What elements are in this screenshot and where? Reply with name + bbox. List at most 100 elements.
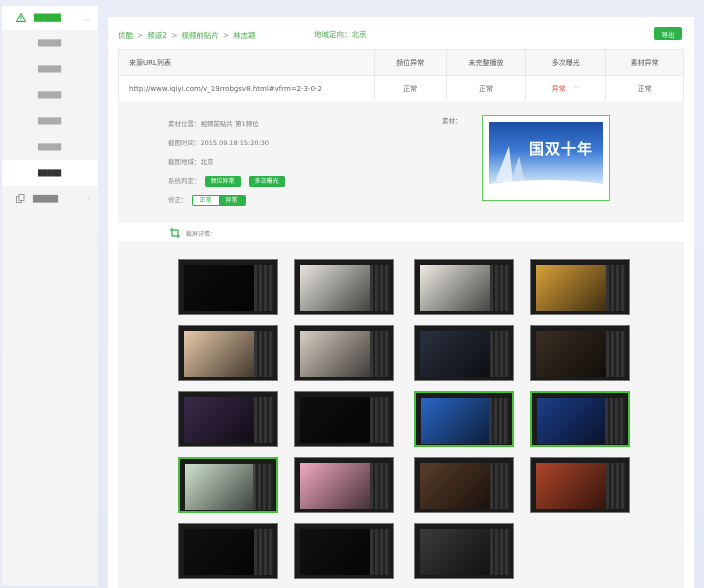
thumbnail-screen [185, 464, 255, 510]
sidebar-subitem[interactable]: █████ [2, 30, 98, 56]
screenshot-thumbnail[interactable] [530, 259, 630, 315]
judge-tag[interactable]: 多次曝光 [248, 176, 285, 187]
sidebar-group-label: █████ [33, 195, 58, 203]
screenshot-thumbnail-selected[interactable] [414, 391, 514, 447]
material-preview[interactable]: 国双十年 [482, 115, 610, 201]
thumbnail-screen [184, 331, 254, 377]
thumbnail-side-panel [490, 529, 510, 575]
warning-icon [15, 11, 27, 24]
column-header: 来源URL列表 [118, 49, 375, 76]
thumbnail-side-panel [254, 265, 274, 311]
thumbnail-screen [420, 463, 490, 509]
thumbnail-side-panel [606, 331, 626, 377]
screenshot-thumbnail[interactable] [178, 523, 278, 579]
breadcrumb-item[interactable]: 优酷 [118, 30, 133, 41]
thumbnail-side-panel [606, 463, 626, 509]
thumbnail-screen [300, 397, 370, 443]
thumbnail-screen [184, 529, 254, 575]
material-label: 素材： [442, 117, 462, 125]
main-panel: 优酷 > 频道2 > 视频前贴片 > 林志颖 地域定向：北京 导出 来源URL列… [108, 17, 694, 588]
thumbnail-screen [420, 529, 490, 575]
detail-info: 素材位置： 视频前贴片 第1频位 截图时间： 2015.09.18 15:20:… [168, 115, 285, 210]
thumbnail-side-panel [253, 464, 273, 510]
screenshot-thumbnail[interactable] [530, 325, 630, 381]
screenshot-thumbnail-selected[interactable] [178, 457, 278, 513]
breadcrumb-item[interactable]: 频道2 [147, 30, 167, 41]
screenshot-thumbnail[interactable] [294, 457, 394, 513]
screenshot-thumbnail[interactable] [414, 259, 514, 315]
chevron-left-icon: ‹ [87, 195, 90, 202]
breadcrumb-separator: > [137, 30, 144, 40]
screenshot-thumbnail-selected[interactable] [530, 391, 630, 447]
screenshot-thumbnail[interactable] [530, 457, 630, 513]
info-value: 2015.09.18 15:20:30 [200, 139, 269, 147]
thumbnail-side-panel [254, 397, 274, 443]
screenshot-thumbnail[interactable] [294, 325, 394, 381]
info-region: 截图地域： 北京 [168, 153, 285, 172]
thumbnail-screen [420, 265, 490, 311]
thumbnail-side-panel [490, 463, 510, 509]
screenshot-thumbnail[interactable] [178, 325, 278, 381]
breadcrumb-item[interactable]: 视频前贴片 [181, 30, 219, 41]
screenshot-thumbnail[interactable] [294, 391, 394, 447]
thumbnail-side-panel [370, 331, 390, 377]
breadcrumb-item[interactable]: 林志颖 [233, 30, 256, 41]
info-value: 北京 [200, 158, 214, 166]
copy-icon [16, 193, 25, 205]
thumbnail-screen [300, 463, 370, 509]
screenshot-thumbnail[interactable] [178, 259, 278, 315]
thumbnail-side-panel [254, 331, 274, 377]
thumbnail-side-panel [490, 331, 510, 377]
screenshot-thumbnail[interactable] [294, 523, 394, 579]
sidebar-subitem-active[interactable]: █████ [2, 160, 98, 186]
thumbnail-screen [537, 398, 607, 444]
info-time: 截图时间： 2015.09.18 15:20:30 [168, 134, 285, 153]
chevron-down-icon: ﹀ [573, 85, 580, 93]
sidebar-group-anomaly[interactable]: █████ ︿ [2, 6, 98, 30]
screenshot-thumbnail[interactable] [414, 325, 514, 381]
sidebar-subitem[interactable]: █████ [2, 134, 98, 160]
status-cell-abnormal[interactable]: 异常 ﹀ [525, 75, 607, 102]
detail-panel: 素材位置： 视频前贴片 第1频位 截图时间： 2015.09.18 15:20:… [118, 101, 684, 588]
sidebar-subitem[interactable]: █████ [2, 82, 98, 108]
thumbnail-screen [421, 398, 491, 444]
status-cell: 正常 [605, 75, 684, 102]
screenshot-label: 截屏详情： [186, 231, 217, 238]
sidebar: █████ ︿ █████ █████ █████ █████ █████ ██… [2, 6, 98, 586]
sidebar-subitem[interactable]: █████ [2, 56, 98, 82]
thumbnail-side-panel [370, 265, 390, 311]
info-label: 修正： [168, 196, 188, 204]
thumbnail-side-panel [606, 265, 626, 311]
thumbnail-screen [536, 265, 606, 311]
sidebar-group-custom[interactable]: █████ ‹ [2, 186, 98, 212]
thumbnail-screen [300, 331, 370, 377]
toggle-option-abnormal[interactable]: 异常 [218, 196, 245, 205]
sidebar-subitem[interactable]: █████ [2, 108, 98, 134]
thumbnail-screen [536, 463, 606, 509]
judge-tag[interactable]: 频位异常 [204, 176, 241, 187]
info-correct: 修正： 正常 异常 [168, 191, 285, 210]
export-button[interactable]: 导出 [654, 27, 682, 40]
breadcrumb: 优酷 > 频道2 > 视频前贴片 > 林志颖 [118, 29, 256, 41]
column-header: 素材异常 [605, 49, 684, 76]
screenshot-thumbnail[interactable] [414, 457, 514, 513]
screenshot-thumbnail[interactable] [178, 391, 278, 447]
sidebar-group-label: █████ [34, 14, 61, 22]
thumbnail-screen [184, 265, 254, 311]
thumbnail-screen [184, 397, 254, 443]
thumbnail-side-panel [490, 265, 510, 311]
correct-toggle[interactable]: 正常 异常 [191, 195, 246, 206]
thumbnail-screen [536, 331, 606, 377]
screenshot-thumbnail[interactable] [294, 259, 394, 315]
info-label: 素材位置： [168, 120, 201, 128]
screenshot-header: 截屏详情： [118, 221, 684, 243]
thumbnail-side-panel [370, 397, 390, 443]
url-cell[interactable]: http://www.iqiyi.com/v_19rrobgsv8.html#v… [118, 75, 375, 102]
toggle-option-normal[interactable]: 正常 [192, 196, 219, 205]
crop-icon [170, 228, 180, 238]
table-row[interactable]: http://www.iqiyi.com/v_19rrobgsv8.html#v… [118, 75, 684, 102]
thumbnail-screen [420, 331, 490, 377]
screenshot-thumbnail[interactable] [414, 523, 514, 579]
thumbnail-side-panel [370, 463, 390, 509]
material-text: 国双十年 [529, 140, 594, 158]
